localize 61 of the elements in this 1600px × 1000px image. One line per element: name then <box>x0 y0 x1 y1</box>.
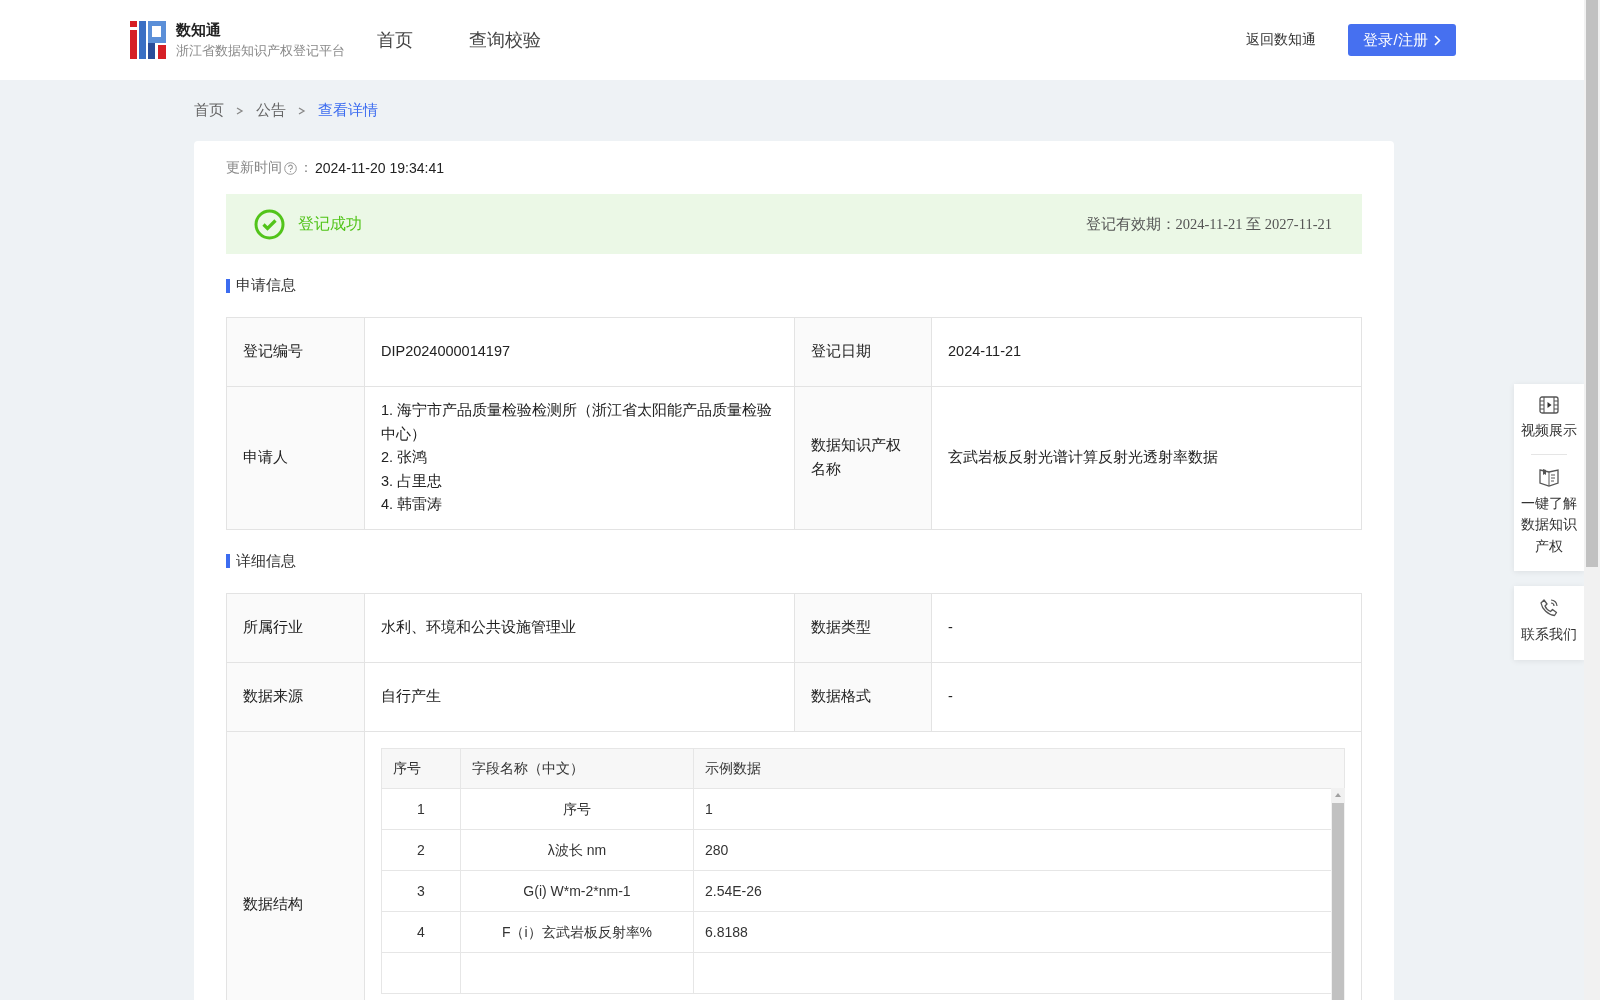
status-text: 登记成功 <box>298 213 362 234</box>
field-label: 登记编号 <box>226 317 365 387</box>
table-cell: 1 <box>381 788 461 829</box>
field-value: - <box>931 593 1362 662</box>
nav-link[interactable]: 查询校验 <box>469 28 541 52</box>
update-time-value: 2024-11-20 19:34:41 <box>315 160 444 176</box>
field-label: 申请人 <box>226 386 365 529</box>
book-icon <box>1539 466 1559 487</box>
table-cell: G(i) W*m-2*nm-1 <box>460 870 694 911</box>
column-header: 示例数据 <box>693 748 1345 788</box>
film-icon <box>1539 396 1559 414</box>
field-label: 所属行业 <box>226 593 365 662</box>
field-value: DIP2024000014197 <box>364 317 795 387</box>
logo-subtitle: 浙江省数据知识产权登记平台 <box>176 42 345 60</box>
logo-icon <box>130 21 166 59</box>
field-value: 水利、环境和公共设施管理业 <box>364 593 795 662</box>
field-value: 2024-11-21 <box>931 317 1362 387</box>
table-cell: 4 <box>381 911 461 952</box>
side-menu-item[interactable]: 一键了解数据知识产权 <box>1519 466 1579 563</box>
help-icon[interactable] <box>284 161 297 175</box>
logo-title: 数知通 <box>176 20 222 40</box>
list-item: 1. 海宁市产品质量检验检测所（浙江省太阳能产品质量检验中心） <box>381 401 774 444</box>
breadcrumb-link[interactable]: 查看详情 <box>318 101 378 120</box>
list-item: 2. 张鸿 <box>381 448 429 467</box>
table-cell: 序号 <box>460 788 694 829</box>
validity-period: 登记有效期：2024-11-21 至 2027-11-21 <box>1085 214 1332 234</box>
table-cell: λ波长 nm <box>460 829 694 870</box>
login-button[interactable]: 登录/注册 <box>1348 24 1456 56</box>
check-circle-icon <box>254 208 285 240</box>
update-time-label: 更新时间 <box>226 159 282 177</box>
chevron-icon <box>1433 34 1441 46</box>
table-cell: 2 <box>381 829 461 870</box>
field-value: - <box>931 662 1362 731</box>
column-header: 字段名称（中文） <box>460 748 694 788</box>
list-item: 3. 占里忠 <box>381 471 444 491</box>
nav-link[interactable]: 首页 <box>377 28 413 52</box>
scrollbar-thumb[interactable] <box>1586 0 1598 567</box>
breadcrumb-link[interactable]: 首页 <box>194 101 224 120</box>
column-header: 序号 <box>381 748 461 788</box>
field-label: 数据类型 <box>794 593 932 662</box>
field-label: 数据格式 <box>794 662 932 731</box>
field-value: 玄武岩板反射光谱计算反射光透射率数据 <box>931 386 1362 529</box>
table-cell: F（i）玄武岩板反射率% <box>460 911 694 952</box>
field-label: 数据结构 <box>226 731 365 1000</box>
side-menu-item[interactable]: 视频展示 <box>1519 396 1579 448</box>
table-cell: 3 <box>381 870 461 911</box>
section-title: 申请信息 <box>236 276 296 295</box>
section-marker <box>226 278 230 293</box>
field-label: 数据来源 <box>226 662 365 731</box>
back-link[interactable]: 返回数知通 <box>1246 31 1316 49</box>
section-marker <box>226 554 230 568</box>
field-label: 登记日期 <box>794 317 932 387</box>
list-item: 4. 韩雷涛 <box>381 495 444 514</box>
phone-icon <box>1539 598 1559 618</box>
colon: ： <box>299 159 313 177</box>
field-value: 自行产生 <box>364 662 795 731</box>
section-title: 详细信息 <box>236 551 296 571</box>
scroll-up-icon[interactable] <box>1334 791 1342 798</box>
breadcrumb-link[interactable]: 公告 <box>256 101 286 120</box>
scrollbar-thumb[interactable] <box>1332 802 1344 1000</box>
field-label: 数据知识产权名称 <box>794 386 932 529</box>
